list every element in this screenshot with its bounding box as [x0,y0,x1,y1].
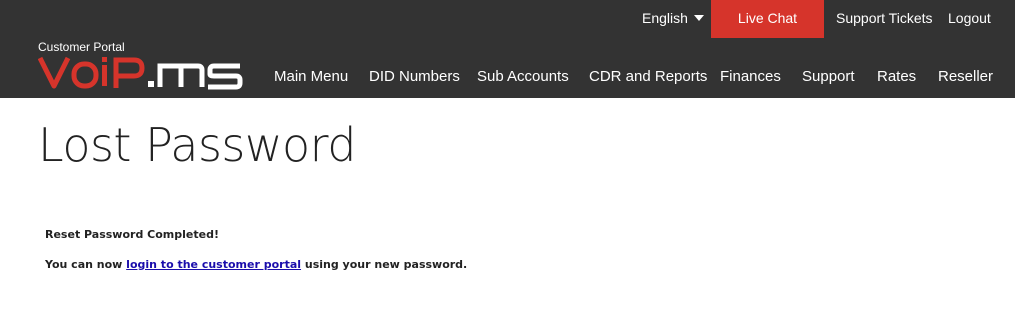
logo-caption: Customer Portal [38,40,125,54]
support-tickets-link[interactable]: Support Tickets [836,10,933,26]
nav-item-cdr-and-reports[interactable]: CDR and Reports [589,68,707,85]
instruction-suffix: using your new password. [301,258,468,271]
login-instruction: You can now login to the customer portal… [45,258,467,271]
nav-item-rates[interactable]: Rates [877,68,916,85]
voipms-logo-icon [38,56,243,90]
chevron-down-icon [693,15,704,21]
status-message: Reset Password Completed! [45,228,219,241]
nav-item-reseller[interactable]: Reseller [938,68,993,85]
nav-item-sub-accounts[interactable]: Sub Accounts [477,68,569,85]
nav-item-did-numbers[interactable]: DID Numbers [369,68,460,85]
live-chat-button[interactable]: Live Chat [711,0,824,38]
logout-link[interactable]: Logout [948,10,991,26]
nav-item-main-menu[interactable]: Main Menu [274,68,348,85]
language-label: English [642,10,688,26]
instruction-prefix: You can now [45,258,127,271]
login-portal-link[interactable]: login to the customer portal [126,258,301,271]
page-title: Lost Password [38,118,356,172]
nav-item-support[interactable]: Support [802,68,855,85]
logo[interactable]: Customer Portal [38,40,248,92]
language-selector[interactable]: English [642,10,704,26]
nav-item-finances[interactable]: Finances [720,68,781,85]
top-header: Customer Portal English Live Chat Suppor… [0,0,1015,98]
